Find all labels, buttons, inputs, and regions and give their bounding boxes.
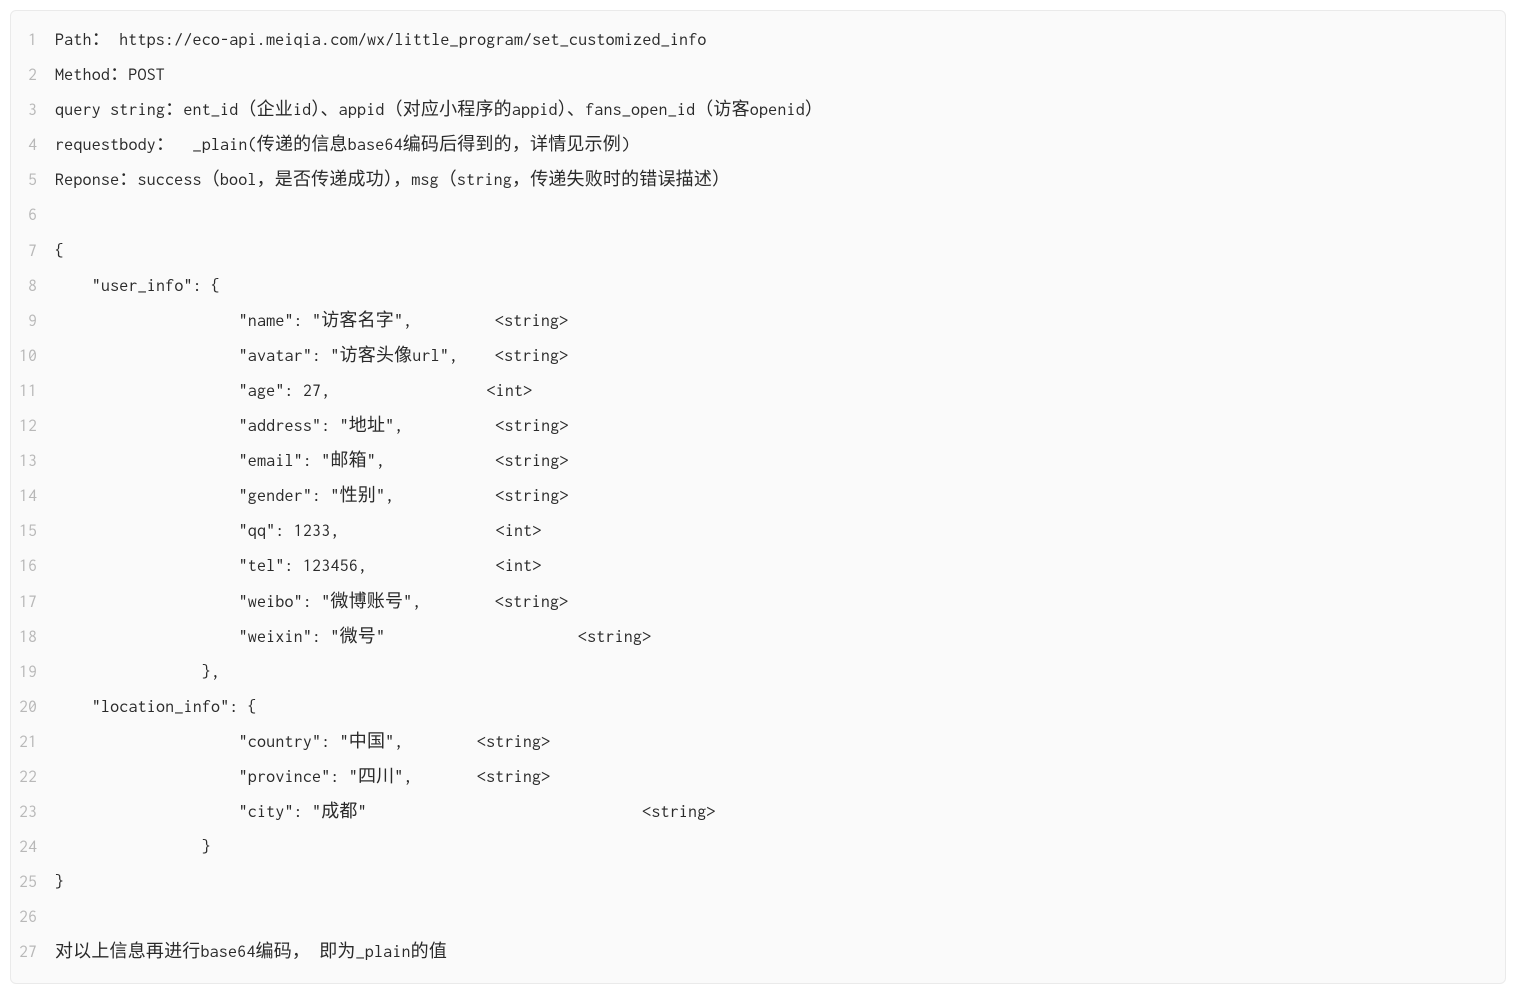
line-content: "address": "地址", <string> [55,409,1505,444]
line-content: "tel": 123456, <int> [55,549,1505,584]
line-content: "weibo": "微博账号", <string> [55,585,1505,620]
code-line: 7{ [11,234,1505,269]
line-number: 20 [11,690,55,725]
line-content: } [55,865,1505,900]
line-content: requestbody： _plain(传递的信息base64编码后得到的，详情… [55,128,1505,163]
line-number: 8 [11,269,55,304]
code-line: 8 "user_info": { [11,269,1505,304]
code-line: 13 "email": "邮箱", <string> [11,444,1505,479]
line-number: 17 [11,585,55,620]
line-number: 26 [11,900,55,935]
line-number: 27 [11,935,55,970]
code-block: 1Path： https://eco-api.meiqia.com/wx/lit… [10,10,1506,984]
line-content: "avatar": "访客头像url", <string> [55,339,1505,374]
line-content: "weixin": "微号" <string> [55,620,1505,655]
code-line: 11 "age": 27, <int> [11,374,1505,409]
code-line: 9 "name": "访客名字", <string> [11,304,1505,339]
code-line: 5Reponse：success（bool，是否传递成功），msg（string… [11,163,1505,198]
line-content: { [55,234,1505,269]
code-line: 22 "province": "四川", <string> [11,760,1505,795]
line-number: 7 [11,234,55,269]
code-line: 15 "qq": 1233, <int> [11,514,1505,549]
code-line: 27对以上信息再进行base64编码， 即为_plain的值 [11,935,1505,970]
line-number: 21 [11,725,55,760]
line-content: "user_info": { [55,269,1505,304]
code-line: 14 "gender": "性别", <string> [11,479,1505,514]
line-number: 23 [11,795,55,830]
code-line: 3query string：ent_id（企业id）、appid（对应小程序的a… [11,93,1505,128]
code-line: 1Path： https://eco-api.meiqia.com/wx/lit… [11,23,1505,58]
code-line: 20 "location_info": { [11,690,1505,725]
code-line: 6 [11,198,1505,233]
line-content: "email": "邮箱", <string> [55,444,1505,479]
line-content: }, [55,655,1505,690]
code-line: 17 "weibo": "微博账号", <string> [11,585,1505,620]
line-number: 10 [11,339,55,374]
code-line: 21 "country": "中国", <string> [11,725,1505,760]
line-content: "city": "成都" <string> [55,795,1505,830]
line-content: "age": 27, <int> [55,374,1505,409]
line-content: } [55,830,1505,865]
line-number: 15 [11,514,55,549]
line-number: 5 [11,163,55,198]
line-number: 6 [11,198,55,233]
code-line: 12 "address": "地址", <string> [11,409,1505,444]
line-number: 14 [11,479,55,514]
code-line: 24 } [11,830,1505,865]
code-line: 23 "city": "成都" <string> [11,795,1505,830]
code-line: 19 }, [11,655,1505,690]
line-content: "qq": 1233, <int> [55,514,1505,549]
line-number: 16 [11,549,55,584]
line-content: Reponse：success（bool，是否传递成功），msg（string，… [55,163,1505,198]
line-number: 12 [11,409,55,444]
code-line: 18 "weixin": "微号" <string> [11,620,1505,655]
line-content: "province": "四川", <string> [55,760,1505,795]
code-line: 4requestbody： _plain(传递的信息base64编码后得到的，详… [11,128,1505,163]
line-content: "name": "访客名字", <string> [55,304,1505,339]
line-content: Path： https://eco-api.meiqia.com/wx/litt… [55,23,1505,58]
line-number: 2 [11,58,55,93]
code-line: 10 "avatar": "访客头像url", <string> [11,339,1505,374]
line-number: 22 [11,760,55,795]
line-content: "gender": "性别", <string> [55,479,1505,514]
line-number: 1 [11,23,55,58]
code-line: 26 [11,900,1505,935]
code-line: 2Method：POST [11,58,1505,93]
line-number: 3 [11,93,55,128]
line-content: query string：ent_id（企业id）、appid（对应小程序的ap… [55,93,1505,128]
line-number: 9 [11,304,55,339]
line-number: 25 [11,865,55,900]
line-content: 对以上信息再进行base64编码， 即为_plain的值 [55,935,1505,970]
code-line: 16 "tel": 123456, <int> [11,549,1505,584]
line-number: 18 [11,620,55,655]
line-content: Method：POST [55,58,1505,93]
line-number: 24 [11,830,55,865]
line-number: 19 [11,655,55,690]
line-number: 11 [11,374,55,409]
line-content: "location_info": { [55,690,1505,725]
line-content: "country": "中国", <string> [55,725,1505,760]
code-line: 25} [11,865,1505,900]
line-number: 4 [11,128,55,163]
line-number: 13 [11,444,55,479]
